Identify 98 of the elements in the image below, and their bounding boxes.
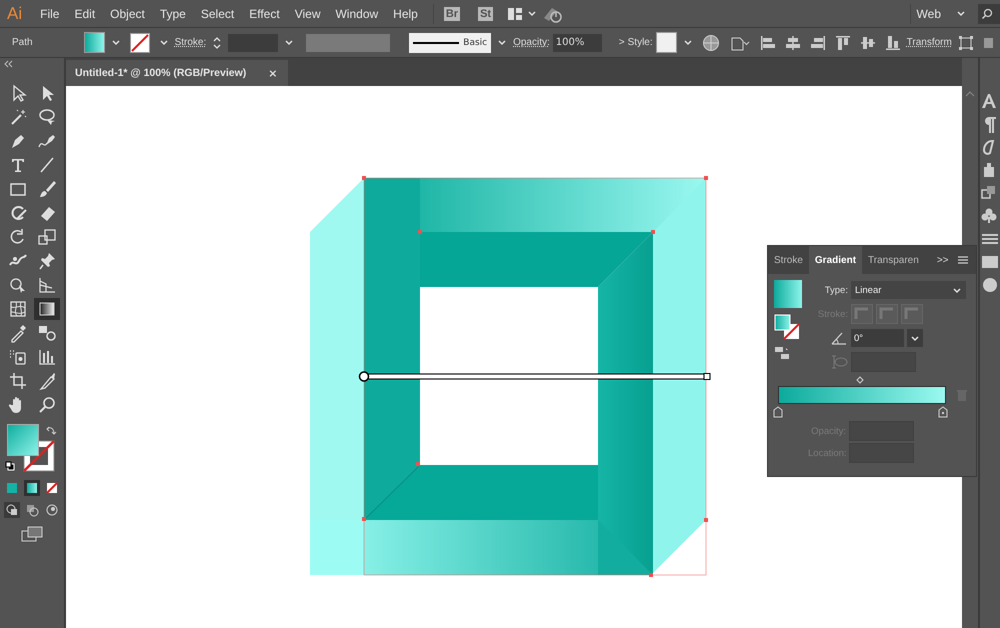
- screen-mode-icon[interactable]: [21, 526, 43, 542]
- color-mode-button[interactable]: [24, 480, 40, 496]
- menu-item[interactable]: Object: [110, 6, 145, 20]
- panel-tab[interactable]: Transparen: [862, 246, 925, 274]
- stroke-gradient-icon: [876, 304, 898, 324]
- gradient-swatch-icon: [26, 482, 38, 494]
- align-icon[interactable]: [760, 34, 776, 50]
- zoom-icon: [36, 395, 56, 415]
- angle-field[interactable]: 0°: [851, 329, 904, 347]
- caret-icon[interactable]: [110, 38, 121, 47]
- search-field[interactable]: [978, 4, 1000, 24]
- default-colors-icon[interactable]: [5, 461, 15, 471]
- align-icon[interactable]: [784, 34, 801, 50]
- gradient-type-dropdown[interactable]: Linear: [851, 281, 966, 299]
- mesh-icon: [8, 299, 28, 319]
- opacity-more-button[interactable]: >: [618, 37, 625, 48]
- none-swatch-icon: [46, 482, 58, 494]
- caret-icon[interactable]: [952, 286, 962, 294]
- menu-item[interactable]: Edit: [74, 6, 96, 20]
- collapse-icon[interactable]: [4, 60, 14, 68]
- stroke-profile-field[interactable]: Basic: [409, 32, 492, 52]
- color-mode-button[interactable]: [44, 480, 60, 496]
- fill-stroke-swatch[interactable]: [774, 314, 800, 340]
- menu-item[interactable]: View: [294, 6, 320, 20]
- draw-inside-icon[interactable]: [44, 502, 60, 518]
- tool-button[interactable]: [34, 298, 60, 320]
- stroke-label[interactable]: Stroke:: [174, 37, 206, 48]
- draw-behind-icon[interactable]: [24, 502, 40, 518]
- caret-icon[interactable]: [682, 38, 693, 47]
- globe-icon[interactable]: [702, 34, 720, 52]
- color-swatch-icon: [6, 482, 18, 494]
- search-icon: [981, 8, 993, 20]
- stroke-none-swatch[interactable]: [130, 32, 150, 52]
- angle-icon: [830, 330, 848, 346]
- reverse-gradient-icon[interactable]: [774, 346, 790, 360]
- bridge-button[interactable]: Br: [444, 6, 460, 20]
- caret-icon[interactable]: [907, 329, 923, 347]
- color-stop[interactable]: [773, 406, 783, 418]
- align-icon[interactable]: [884, 34, 901, 50]
- app-logo: Ai: [7, 4, 22, 24]
- menu-item[interactable]: Effect: [249, 6, 280, 20]
- panel-overflow-button[interactable]: >>: [936, 254, 948, 266]
- stroke-gradient-icon: [901, 304, 923, 324]
- panel-tab[interactable]: Gradient: [808, 246, 862, 274]
- angle-value: 0°: [854, 332, 864, 344]
- stock-button[interactable]: St: [478, 6, 494, 20]
- menu-icon[interactable]: [956, 255, 968, 265]
- selection-label: Path: [12, 37, 33, 48]
- fill-swatch[interactable]: [84, 32, 105, 53]
- circle-icon[interactable]: [980, 276, 1000, 294]
- stroke-gradient-icon: [851, 304, 873, 324]
- aspect-ratio-icon: [830, 354, 848, 370]
- menu-item[interactable]: File: [40, 6, 60, 20]
- menu-item[interactable]: Type: [160, 6, 186, 20]
- pushpin-icon: [36, 251, 56, 271]
- gradient-annotator[interactable]: [358, 371, 710, 382]
- style-label: Style:: [628, 37, 653, 48]
- caret-icon[interactable]: [158, 38, 169, 47]
- menu-item[interactable]: Help: [393, 6, 418, 20]
- gradient-preview-swatch[interactable]: [774, 280, 802, 308]
- spinner-icon[interactable]: [212, 34, 222, 50]
- fill-color-swatch[interactable]: [7, 424, 39, 456]
- caret-icon[interactable]: [284, 38, 294, 47]
- artboard-icon: [8, 371, 28, 391]
- blend-icon: [36, 323, 56, 343]
- opacity-field[interactable]: 100%: [552, 34, 602, 52]
- close-tab-button[interactable]: ×: [268, 66, 278, 80]
- perspective-grid-icon: [36, 275, 56, 295]
- transform-link[interactable]: Transform: [906, 37, 952, 48]
- dropdown-value: Linear: [855, 284, 882, 296]
- caret-icon[interactable]: [527, 9, 538, 18]
- caret-icon[interactable]: [956, 9, 966, 18]
- align-icon[interactable]: [810, 34, 826, 50]
- color-stop[interactable]: [938, 406, 948, 418]
- opacity-label[interactable]: Opacity:: [513, 37, 550, 48]
- align-icon[interactable]: [834, 34, 851, 50]
- profile-label: Basic: [463, 38, 488, 48]
- knife-icon: [36, 371, 56, 391]
- type-label: Type:: [824, 284, 848, 296]
- panel-tab[interactable]: Stroke: [768, 246, 809, 274]
- align-icon[interactable]: [860, 34, 876, 50]
- workspace-switcher[interactable]: Web: [916, 6, 941, 20]
- caret-icon[interactable]: [497, 38, 508, 47]
- line-icon: [413, 40, 460, 44]
- lasso-icon: [36, 107, 56, 127]
- document-title: Untitled-1* @ 100% (RGB/Preview): [75, 67, 246, 79]
- menu-item[interactable]: Window: [335, 6, 378, 20]
- bar-graph-icon: [36, 347, 56, 367]
- layout-grid-icon[interactable]: [507, 6, 524, 20]
- isolate-icon[interactable]: [958, 34, 974, 50]
- menu-item[interactable]: Select: [200, 6, 234, 20]
- style-swatch[interactable]: [656, 32, 677, 53]
- midpoint-diamond[interactable]: [856, 376, 864, 384]
- document-tab[interactable]: Untitled-1* @ 100% (RGB/Preview) ×: [66, 60, 288, 86]
- color-mode-button[interactable]: [4, 480, 20, 496]
- scale-icon: [36, 227, 56, 247]
- draw-normal-icon[interactable]: [4, 502, 20, 518]
- swap-arrows-icon[interactable]: [45, 425, 57, 437]
